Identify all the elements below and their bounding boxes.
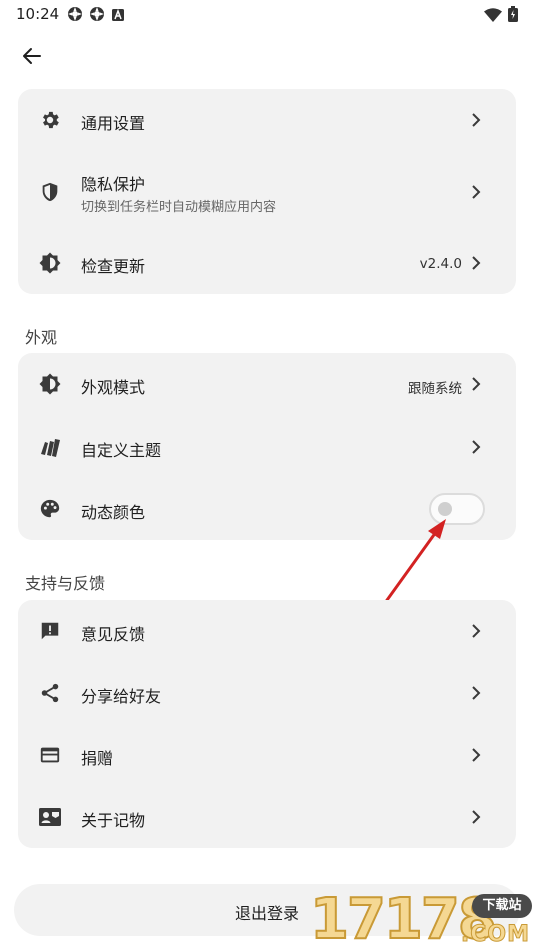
palette-icon bbox=[38, 497, 62, 521]
settings-item-label: 外观模式 bbox=[81, 378, 146, 397]
chevron-right-icon bbox=[470, 184, 482, 200]
shield-icon bbox=[38, 180, 62, 204]
appearance-mode-value: 跟随系统 bbox=[408, 381, 462, 397]
section-title-support: 支持与反馈 bbox=[25, 574, 106, 593]
notification-icon bbox=[67, 6, 83, 26]
settings-item-label: 关于记物 bbox=[81, 811, 146, 830]
chevron-right-icon bbox=[470, 809, 482, 825]
watermark-badge: 下载站 bbox=[472, 894, 532, 918]
status-time: 10:24 bbox=[16, 5, 60, 23]
chevron-right-icon bbox=[470, 623, 482, 639]
notification-icon bbox=[89, 6, 105, 26]
support-card: 意见反馈 分享给好友 捐赠 关于记物 bbox=[18, 600, 516, 848]
chevron-right-icon bbox=[470, 747, 482, 763]
version-value: v2.4.0 bbox=[419, 256, 462, 272]
settings-item-privacy[interactable]: 隐私保护 切换到任务栏时自动模糊应用内容 bbox=[18, 161, 516, 223]
settings-item-label: 自定义主题 bbox=[81, 441, 162, 460]
settings-item-feedback[interactable]: 意见反馈 bbox=[18, 600, 516, 662]
cards-icon bbox=[38, 435, 62, 459]
chevron-right-icon bbox=[470, 112, 482, 128]
watermark-suffix: .COM bbox=[460, 922, 530, 948]
gear-icon bbox=[38, 108, 62, 132]
chevron-right-icon bbox=[470, 255, 482, 271]
settings-item-appearance-mode[interactable]: 外观模式 跟随系统 bbox=[18, 353, 516, 415]
status-bar: 10:24 bbox=[0, 0, 534, 28]
general-settings-card: 通用设置 隐私保护 切换到任务栏时自动模糊应用内容 检查更新 v2.4.0 bbox=[18, 89, 516, 294]
chevron-right-icon bbox=[470, 376, 482, 392]
wifi-icon bbox=[484, 7, 502, 26]
back-button[interactable] bbox=[16, 44, 48, 72]
watermark-logo: 17178 下载站 .COM bbox=[309, 889, 534, 951]
battery-icon bbox=[508, 6, 518, 26]
settings-item-share[interactable]: 分享给好友 bbox=[18, 662, 516, 724]
settings-item-sublabel: 切换到任务栏时自动模糊应用内容 bbox=[81, 200, 277, 215]
settings-item-label: 检查更新 bbox=[81, 257, 146, 276]
settings-item-label: 隐私保护 bbox=[81, 175, 146, 194]
brightness-icon bbox=[38, 372, 62, 396]
contact-card-icon bbox=[38, 805, 62, 829]
settings-item-donate[interactable]: 捐赠 bbox=[18, 724, 516, 786]
arrow-left-icon bbox=[22, 46, 42, 70]
brightness-icon bbox=[38, 251, 62, 275]
section-title-appearance: 外观 bbox=[25, 328, 58, 347]
settings-item-label: 分享给好友 bbox=[81, 687, 162, 706]
a-icon bbox=[111, 7, 125, 26]
settings-item-label: 捐赠 bbox=[81, 749, 114, 768]
settings-item-label: 动态颜色 bbox=[81, 503, 146, 522]
chevron-right-icon bbox=[470, 685, 482, 701]
settings-item-general[interactable]: 通用设置 bbox=[18, 89, 516, 151]
settings-item-about[interactable]: 关于记物 bbox=[18, 786, 516, 848]
settings-item-label: 意见反馈 bbox=[81, 625, 146, 644]
chevron-right-icon bbox=[470, 439, 482, 455]
settings-item-label: 通用设置 bbox=[81, 114, 146, 133]
card-icon bbox=[38, 743, 62, 767]
feedback-icon bbox=[38, 619, 62, 643]
settings-item-custom-theme[interactable]: 自定义主题 bbox=[18, 416, 516, 478]
settings-item-check-update[interactable]: 检查更新 v2.4.0 bbox=[18, 232, 516, 294]
share-icon bbox=[38, 681, 62, 705]
